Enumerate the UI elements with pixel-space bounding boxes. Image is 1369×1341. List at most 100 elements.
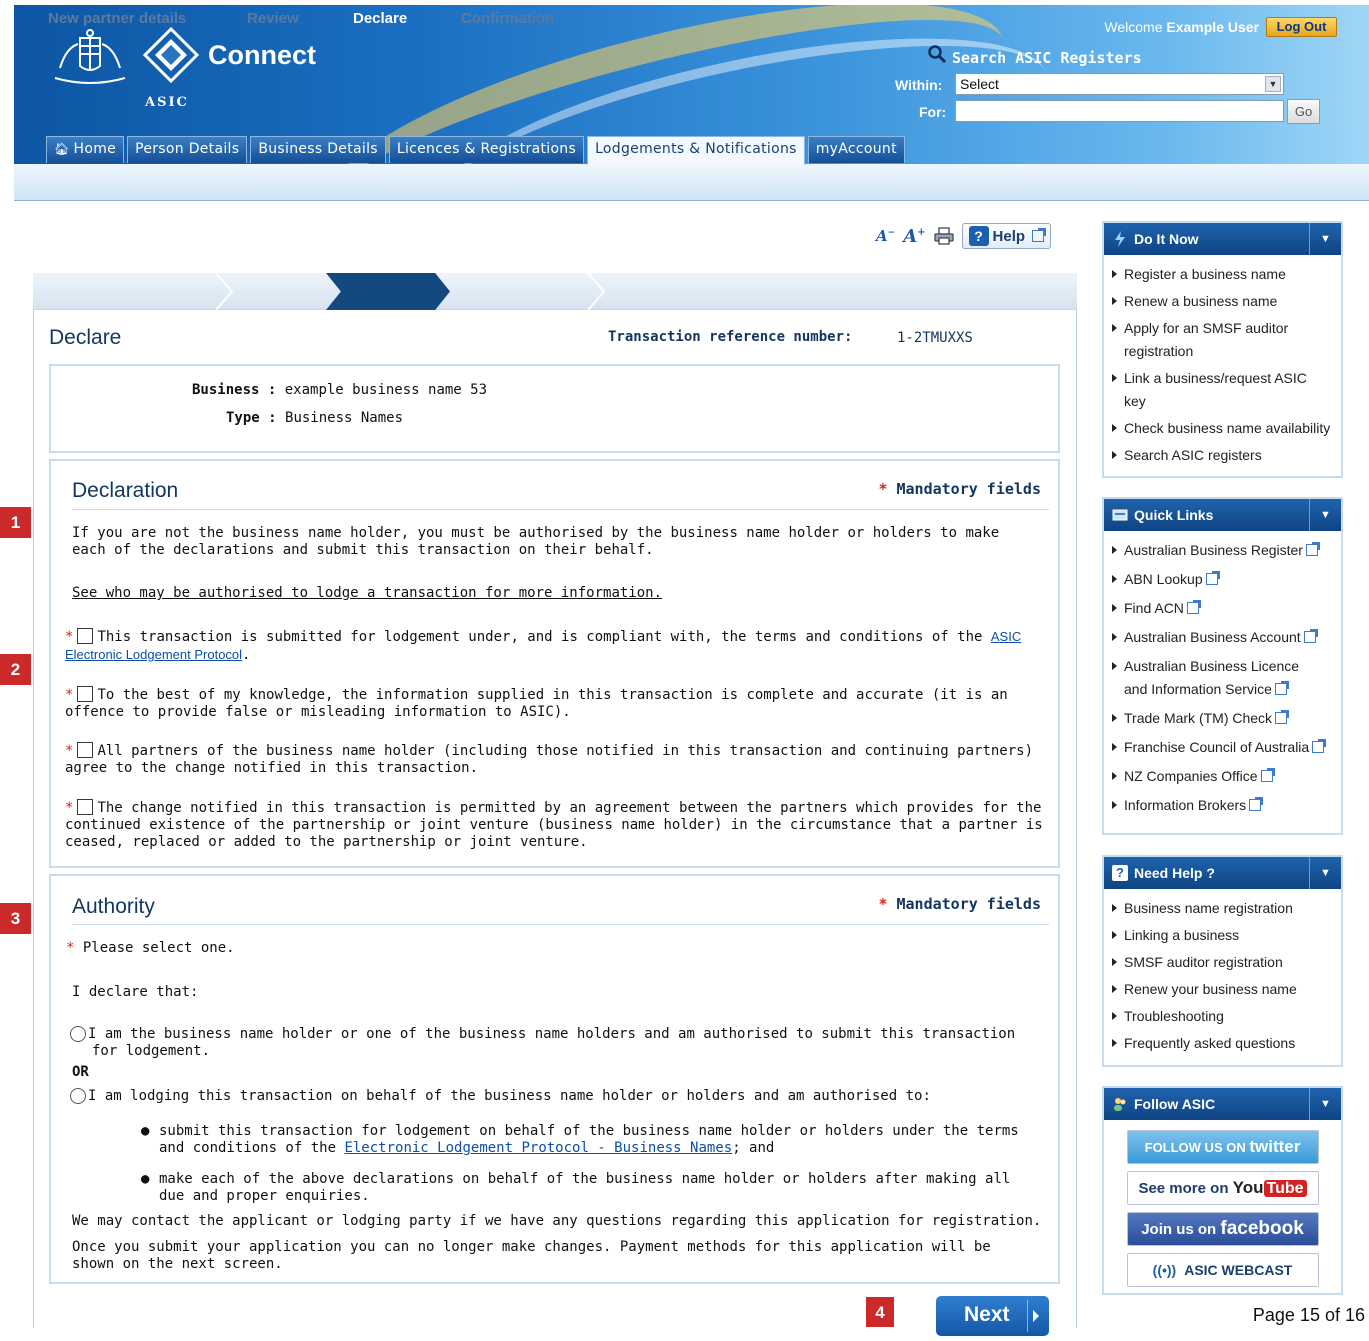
sidebar-link-link-business[interactable]: Link a business/request ASIC key [1104,367,1319,413]
sidebar-link-business-name-registration[interactable]: Business name registration [1104,897,1341,920]
chevron-down-icon[interactable]: ▼ [1309,499,1341,531]
youtube-logo-tube: Tube [1263,1180,1307,1197]
declaration-item-1: * This transaction is submitted for lodge… [65,628,1022,663]
follow-asic-header: Follow ASIC ▼ [1104,1088,1341,1120]
divider [72,509,1049,510]
sidebar-link-label: Australian Business Register [1124,542,1303,558]
mandatory-fields-note: * Mandatory fields [878,480,1041,498]
annotation-marker-4: 4 [866,1297,894,1327]
authorised-info-link[interactable]: See who may be authorised to lodge a tra… [72,585,662,602]
external-link-icon [1275,710,1290,724]
page-title: Declare [49,326,122,349]
sidebar-link-register-business-name[interactable]: Register a business name [1104,263,1341,286]
sidebar-link-check-availability[interactable]: Check business name availability [1104,417,1341,440]
decrease-text-size-icon[interactable]: A− [876,227,895,245]
bullet-icon: ● [141,1171,150,1187]
lightning-icon [1115,231,1125,247]
sidebar-link-renew-your-business-name[interactable]: Renew your business name [1104,978,1341,1001]
declaration-checkbox-3[interactable] [77,742,94,758]
tab-licences-registrations[interactable]: Licences & Registrations [388,136,585,163]
annotation-marker-1: 1 [0,507,31,538]
step-separator-icon [215,273,234,310]
sidebar-link-faq[interactable]: Frequently asked questions [1104,1032,1341,1055]
bullet-icon: ● [141,1123,150,1139]
type-row: Type : Business Names [226,410,403,426]
sidebar-link-search-registers[interactable]: Search ASIC registers [1104,444,1341,467]
chevron-down-icon[interactable]: ▼ [1309,223,1341,255]
type-label: Type : [226,410,277,426]
sidebar-link-troubleshooting[interactable]: Troubleshooting [1104,1005,1341,1028]
sidebar-link-franchise-council[interactable]: Franchise Council of Australia [1104,736,1341,759]
sidebar-link-trade-mark[interactable]: Trade Mark (TM) Check [1104,707,1341,730]
chevron-down-icon: ▼ [1265,76,1281,92]
sidebar-link-smsf-auditor-registration[interactable]: SMSF auditor registration [1104,951,1341,974]
page-number: Page 15 of 16 [1252,1305,1365,1325]
facebook-button[interactable]: Join us on facebook [1126,1212,1319,1246]
tab-myaccount[interactable]: myAccount [807,136,905,163]
declaration-item-4: * The change notified in this transaction… [65,799,1043,850]
transaction-reference-value: 1-2TMUXXS [897,330,973,346]
sidebar-link-abn-lookup[interactable]: ABN Lookup [1104,568,1341,591]
youtube-button[interactable]: See more on You Tube [1126,1171,1319,1205]
facebook-logo: facebook [1220,1218,1304,1239]
declaration-checkbox-2[interactable] [77,686,94,702]
header-subbar [14,164,1369,201]
transaction-reference-label: Transaction reference number: [608,329,853,345]
within-select[interactable]: Select ▼ [955,73,1284,95]
tab-lodgements-notifications[interactable]: Lodgements & Notifications [587,136,805,165]
help-question-icon: ? [968,226,989,246]
quick-links-icon [1112,509,1128,521]
sidebar-link-business-licence[interactable]: Australian Business Licence and Informat… [1104,655,1324,701]
sidebar-link-nz-companies[interactable]: NZ Companies Office [1104,765,1341,788]
declaration-checkbox-1[interactable] [77,628,94,644]
tab-business-details[interactable]: Business Details [250,136,386,163]
page-toolbar: A− A+ ? Help [876,222,1052,250]
sidebar-link-label: Franchise Council of Australia [1124,739,1310,755]
authority-option-2: I am lodging this transaction on behalf … [70,1088,1030,1105]
sidebar-link-business-account[interactable]: Australian Business Account [1104,626,1341,649]
facebook-prefix: Join us on [1141,1221,1217,1238]
chevron-down-icon[interactable]: ▼ [1309,1088,1341,1120]
sidebar-link-linking-business[interactable]: Linking a business [1104,924,1341,947]
declaration-intro: If you are not the business name holder,… [72,525,1000,558]
tab-label: Home [73,141,117,157]
external-link-icon [1186,600,1201,614]
annotation-marker-3: 3 [0,903,31,934]
step-separator-icon [587,273,606,310]
declaration-item-3: * All partners of the business name holde… [65,742,1034,776]
increase-text-size-icon[interactable]: A+ [903,226,925,247]
help-button[interactable]: ? Help [961,223,1052,249]
sidebar-link-find-acn[interactable]: Find ACN [1104,597,1341,620]
logout-button[interactable]: Log Out [1266,17,1337,37]
go-button[interactable]: Go [1287,99,1320,124]
sidebar-link-abr[interactable]: Australian Business Register [1104,539,1341,562]
sidebar-link-label: NZ Companies Office [1124,768,1258,784]
declaration-checkbox-4[interactable] [77,799,94,815]
next-button[interactable]: Next [936,1296,1049,1336]
search-for-input[interactable] [955,100,1284,122]
step-review: Review [247,10,299,27]
authority-radio-1[interactable] [70,1026,86,1042]
step-new-partner-details: New partner details [48,10,187,27]
print-icon[interactable] [933,227,954,245]
submit-note: Once you submit your application you can… [72,1239,991,1272]
electronic-lodgement-protocol-business-names-link[interactable]: Electronic Lodgement Protocol - Business… [344,1140,732,1156]
sidebar-link-renew-business-name[interactable]: Renew a business name [1104,290,1341,313]
external-link-icon [1274,681,1289,695]
divider [72,924,1049,925]
sidebar-link-label: Australian Business Account [1124,629,1301,645]
tab-home[interactable]: 🏠︎ Home [46,136,125,163]
business-row: Business : example business name 53 [192,382,487,398]
twitter-button[interactable]: FOLLOW US ON twitter [1126,1130,1319,1164]
authority-title: Authority [72,895,155,918]
connect-logo-text: Connect [208,40,316,70]
twitter-logo: twitter [1249,1137,1301,1156]
sidebar-link-smsf-auditor[interactable]: Apply for an SMSF auditor registration [1104,317,1314,363]
tab-person-details[interactable]: Person Details [127,136,248,163]
external-link-icon [1312,739,1327,753]
authority-radio-2[interactable] [70,1088,86,1104]
question-icon: ? [1112,865,1128,881]
chevron-down-icon[interactable]: ▼ [1309,857,1341,889]
sidebar-link-information-brokers[interactable]: Information Brokers [1104,794,1341,817]
asic-webcast-button[interactable]: ((•)) ASIC WEBCAST [1126,1253,1319,1287]
